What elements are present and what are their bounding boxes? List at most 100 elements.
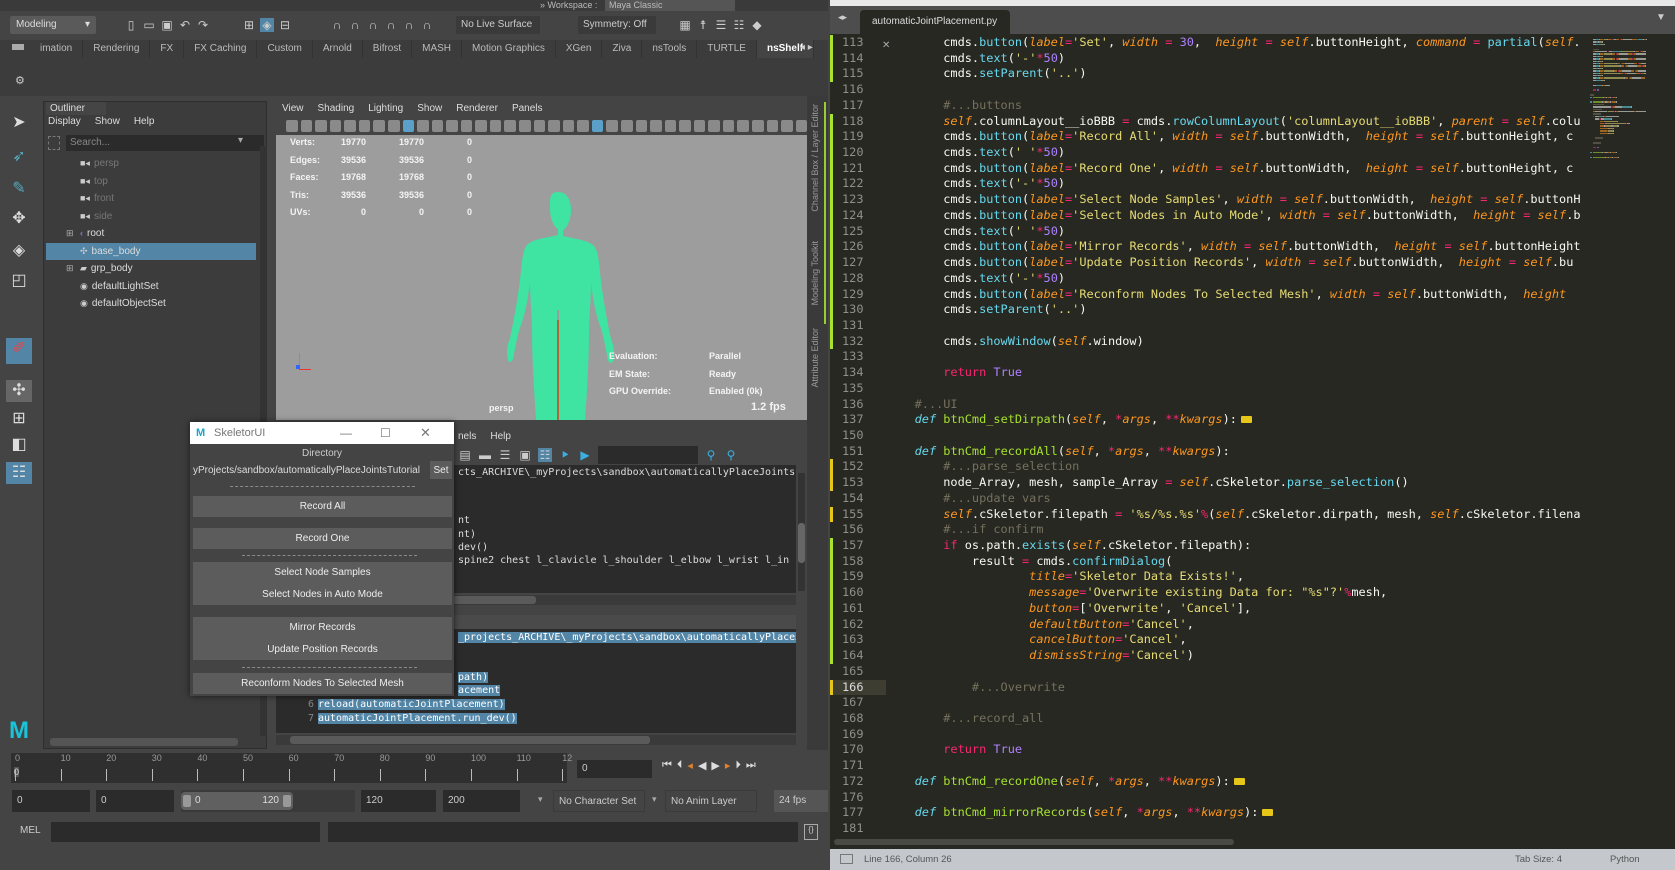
viewport-menu-item[interactable]: Lighting: [368, 103, 403, 114]
anim-start-field[interactable]: 0: [12, 790, 90, 812]
shelf-tab[interactable]: MASH: [412, 40, 463, 58]
outliner-item[interactable]: ◉ defaultObjectSet: [66, 295, 256, 312]
fold-marker-icon[interactable]: [1233, 777, 1245, 785]
shelf-tab[interactable]: Custom: [257, 40, 313, 58]
viewport-tool-icon[interactable]: [519, 120, 531, 132]
execute-all-icon[interactable]: ▶: [578, 448, 592, 462]
attribute-editor-icon[interactable]: ☷: [732, 18, 746, 32]
viewport-tool-icon[interactable]: [358, 120, 371, 132]
outliner-menu-item[interactable]: Show: [95, 116, 120, 127]
chevron-down-icon[interactable]: ▾: [538, 794, 543, 805]
select-hierarchy-icon[interactable]: ⊞: [242, 18, 256, 32]
viewport-menu-item[interactable]: Renderer: [456, 103, 498, 114]
viewport-tool-icon[interactable]: [577, 120, 589, 132]
viewport-menu-item[interactable]: Panels: [512, 103, 543, 114]
viewport-tool-icon[interactable]: [460, 120, 473, 132]
menu-help[interactable]: Help: [490, 431, 511, 442]
snap-grid-icon[interactable]: ∩: [330, 18, 344, 32]
channel-box-icon[interactable]: ☰: [714, 18, 728, 32]
playback-end-field[interactable]: 120: [361, 790, 436, 812]
symmetry-field[interactable]: Symmetry: Off: [578, 16, 656, 34]
viewport-tool-icon[interactable]: [387, 120, 400, 132]
tab-nav-arrows-icon[interactable]: ◂▸: [838, 12, 847, 23]
shelf-tab[interactable]: FX Caching: [184, 40, 258, 58]
shelf-tab[interactable]: FX: [150, 40, 185, 58]
viewport-tool-icon[interactable]: [752, 120, 764, 132]
record-all-button[interactable]: Record All: [193, 496, 452, 517]
outliner-item[interactable]: ■◂ side: [66, 208, 256, 225]
viewport-menu-item[interactable]: Shading: [318, 103, 355, 114]
human-mesh[interactable]: [488, 190, 628, 420]
go-to-start-icon[interactable]: ⏮: [662, 759, 672, 772]
step-forward-key-icon[interactable]: ⏵: [735, 759, 741, 772]
snap-curve-icon[interactable]: ∩: [348, 18, 362, 32]
outliner-layout-icon[interactable]: ☷: [6, 462, 32, 484]
single-view-icon[interactable]: ✣: [6, 380, 32, 402]
save-scene-icon[interactable]: ▣: [160, 18, 174, 32]
anim-layer-select[interactable]: No Anim Layer: [665, 790, 757, 812]
current-frame-field[interactable]: 0: [577, 760, 652, 778]
close-icon[interactable]: ✕: [420, 422, 431, 444]
viewport-tool-icon[interactable]: [737, 120, 749, 132]
live-surface-field[interactable]: No Live Surface: [456, 16, 540, 34]
fold-marker-icon[interactable]: [1240, 416, 1252, 424]
viewport-tool-icon[interactable]: [431, 120, 444, 132]
set-directory-button[interactable]: Set: [430, 461, 452, 479]
range-slider[interactable]: 0 120: [181, 792, 293, 810]
character-set-select[interactable]: No Character Set: [553, 790, 645, 812]
outliner-item[interactable]: ⊞ ‹ root: [66, 225, 256, 242]
play-backward-icon[interactable]: ◀: [698, 759, 706, 772]
render-icon[interactable]: ▦: [678, 18, 692, 32]
range-handle-left[interactable]: [183, 795, 191, 807]
outliner-menu-item[interactable]: Help: [134, 116, 155, 127]
tab-list-icon[interactable]: ▼: [1656, 12, 1666, 23]
chevron-down-icon[interactable]: ▾: [652, 794, 657, 805]
expand-icon[interactable]: ⊞: [66, 260, 76, 277]
outliner-search-input[interactable]: [66, 135, 264, 151]
snap-center-icon[interactable]: ∩: [420, 18, 434, 32]
viewport-tool-icon[interactable]: [489, 120, 502, 132]
viewport-tool-icon[interactable]: [417, 120, 429, 132]
step-back-key-icon[interactable]: ⏴: [677, 759, 683, 772]
viewport-tool-icon[interactable]: [693, 120, 706, 132]
clear-all-icon[interactable]: ☰: [498, 448, 512, 462]
viewport-tool-icon[interactable]: [504, 120, 516, 132]
viewport-tool-icon[interactable]: [329, 120, 342, 132]
outliner-item[interactable]: ◉ defaultLightSet: [66, 278, 256, 295]
mode-select[interactable]: Modeling ▾: [10, 16, 96, 34]
outliner-item[interactable]: ■◂ top: [66, 173, 256, 190]
step-forward-frame-icon[interactable]: ▸: [725, 759, 731, 772]
shelf-tab[interactable]: Bifrost: [363, 40, 413, 58]
rotate-tool-icon[interactable]: ◈: [6, 240, 32, 262]
paint-select-icon[interactable]: ✎: [6, 178, 32, 200]
step-back-frame-icon[interactable]: ◂: [687, 759, 693, 772]
shelf-scroll-icon[interactable]: ◂ ▸: [800, 42, 813, 53]
viewport-tool-icon[interactable]: [781, 120, 793, 132]
outliner-item[interactable]: ⊞ ▰ grp_body: [66, 260, 256, 277]
viewport-tool-icon[interactable]: [708, 120, 720, 132]
filter-icon[interactable]: [48, 136, 60, 150]
editor-hscrollbar[interactable]: [830, 836, 1675, 848]
menu-panels[interactable]: nels: [458, 431, 476, 442]
new-scene-icon[interactable]: ▯: [124, 18, 138, 32]
undo-icon[interactable]: ↶: [178, 18, 192, 32]
shelf-menu-icon[interactable]: [12, 44, 24, 50]
record-one-button[interactable]: Record One: [193, 528, 452, 549]
select-node-samples-button[interactable]: Select Node Samples: [193, 562, 452, 583]
anim-end-field[interactable]: 200: [443, 790, 520, 812]
outliner-menu-item[interactable]: Display: [48, 116, 81, 127]
tab-modeling-toolkit[interactable]: Modeling Toolkit: [810, 241, 820, 305]
shelf-tab[interactable]: Arnold: [313, 40, 363, 58]
viewport-tool-icon[interactable]: [650, 120, 662, 132]
outliner-hscrollbar[interactable]: [50, 738, 238, 746]
viewport-tool-icon[interactable]: [446, 120, 458, 132]
select-object-icon[interactable]: ◈: [260, 18, 274, 32]
clear-history-icon[interactable]: ▤: [458, 448, 472, 462]
select-nodes-auto-mode-button[interactable]: Select Nodes in Auto Mode: [193, 584, 452, 605]
viewport-tool-icon[interactable]: [635, 120, 648, 132]
fold-marker-icon[interactable]: [1262, 809, 1274, 817]
scale-tool-icon[interactable]: ◰: [6, 270, 32, 292]
viewport-tool-icon[interactable]: [591, 120, 604, 132]
fps-select[interactable]: 24 fps: [774, 790, 828, 812]
two-view-icon[interactable]: ◧: [6, 434, 32, 456]
